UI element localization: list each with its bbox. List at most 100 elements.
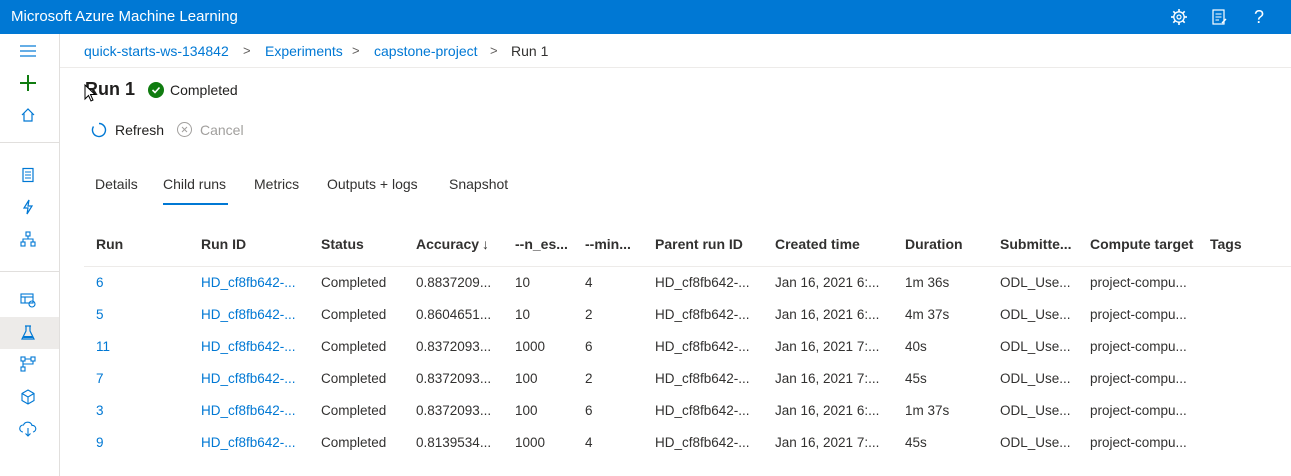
column-header-status[interactable]: Status (321, 236, 364, 252)
cell-duration: 1m 37s (905, 403, 950, 418)
cell-compute-target: project-compu... (1090, 403, 1187, 418)
cell-run-id[interactable]: HD_cf8fb642-... (201, 339, 296, 354)
cell-run[interactable]: 6 (96, 275, 104, 290)
column-header-accuracy-label: Accuracy (416, 236, 480, 252)
cell-run-id[interactable]: HD_cf8fb642-... (201, 275, 296, 290)
cell-n-estimators: 1000 (515, 435, 546, 450)
tab-details[interactable]: Details (95, 176, 138, 192)
cell-compute-target: project-compu... (1090, 307, 1187, 322)
designer-icon[interactable] (14, 226, 42, 252)
gear-icon[interactable] (1168, 6, 1190, 28)
cell-status: Completed (321, 307, 387, 322)
cancel-button[interactable]: Cancel (176, 121, 244, 138)
column-header-created-time[interactable]: Created time (775, 236, 860, 252)
cell-compute-target: project-compu... (1090, 339, 1187, 354)
cell-compute-target: project-compu... (1090, 275, 1187, 290)
cell-run[interactable]: 11 (96, 339, 110, 354)
cell-created-time: Jan 16, 2021 6:... (775, 307, 880, 322)
cell-submitted-by: ODL_Use... (1000, 275, 1071, 290)
column-header-run-id[interactable]: Run ID (201, 236, 246, 252)
cell-accuracy: 0.8372093... (416, 403, 492, 418)
column-header-compute-target[interactable]: Compute target (1090, 236, 1193, 252)
breadcrumb-separator: > (490, 43, 498, 58)
automl-icon[interactable] (14, 194, 42, 220)
cell-status: Completed (321, 275, 387, 290)
cell-duration: 4m 37s (905, 307, 950, 322)
tab-child-runs[interactable]: Child runs (163, 176, 226, 192)
cell-n-estimators: 1000 (515, 339, 546, 354)
column-header-duration[interactable]: Duration (905, 236, 963, 252)
tab-metrics[interactable]: Metrics (254, 176, 299, 192)
checkmark-icon (148, 82, 164, 98)
experiments-icon[interactable] (14, 320, 42, 346)
column-header-run[interactable]: Run (96, 236, 123, 252)
column-header-n-estimators[interactable]: --n_es... (515, 236, 568, 252)
cell-parent-run-id: HD_cf8fb642-... (655, 403, 750, 418)
cell-submitted-by: ODL_Use... (1000, 307, 1071, 322)
hamburger-icon[interactable] (14, 38, 42, 64)
breadcrumb-workspace[interactable]: quick-starts-ws-134842 (84, 43, 229, 59)
datasets-icon[interactable] (14, 287, 42, 313)
mouse-cursor-icon (84, 83, 97, 107)
feedback-icon[interactable] (1208, 6, 1230, 28)
refresh-icon (91, 122, 107, 138)
column-header-accuracy[interactable]: Accuracy ↓ (416, 236, 489, 252)
column-header-min-samples[interactable]: --min... (585, 236, 631, 252)
nav-separator (0, 271, 59, 272)
cell-min-samples: 6 (585, 339, 593, 354)
cell-submitted-by: ODL_Use... (1000, 339, 1071, 354)
column-header-submitted-by[interactable]: Submitte... (1000, 236, 1072, 252)
cell-run-id[interactable]: HD_cf8fb642-... (201, 307, 296, 322)
tab-outputs-logs[interactable]: Outputs + logs (327, 176, 418, 192)
column-header-tags[interactable]: Tags (1210, 236, 1242, 252)
pipelines-icon[interactable] (14, 351, 42, 377)
breadcrumb-current: Run 1 (511, 43, 549, 59)
endpoints-icon[interactable] (14, 416, 42, 442)
cell-min-samples: 2 (585, 307, 593, 322)
breadcrumb-experiment[interactable]: capstone-project (374, 43, 478, 59)
column-header-parent-run-id[interactable]: Parent run ID (655, 236, 743, 252)
cell-accuracy: 0.8139534... (416, 435, 492, 450)
cell-run[interactable]: 5 (96, 307, 104, 322)
cell-n-estimators: 10 (515, 275, 531, 290)
cell-accuracy: 0.8372093... (416, 371, 492, 386)
plus-icon[interactable] (14, 70, 42, 96)
active-tab-indicator (163, 203, 228, 205)
cell-min-samples: 4 (585, 435, 593, 450)
cell-run-id[interactable]: HD_cf8fb642-... (201, 403, 296, 418)
refresh-label: Refresh (115, 122, 165, 138)
cell-duration: 45s (905, 435, 927, 450)
cell-status: Completed (321, 435, 387, 450)
help-icon[interactable]: ? (1248, 6, 1270, 28)
left-nav (0, 34, 60, 476)
notebook-icon[interactable] (14, 162, 42, 188)
cell-run[interactable]: 3 (96, 403, 104, 418)
cell-created-time: Jan 16, 2021 6:... (775, 403, 880, 418)
top-bar: Microsoft Azure Machine Learning ? (0, 0, 1291, 34)
cell-submitted-by: ODL_Use... (1000, 403, 1071, 418)
cell-n-estimators: 100 (515, 371, 538, 386)
cell-parent-run-id: HD_cf8fb642-... (655, 339, 750, 354)
models-icon[interactable] (14, 384, 42, 410)
cell-parent-run-id: HD_cf8fb642-... (655, 307, 750, 322)
cell-created-time: Jan 16, 2021 7:... (775, 371, 880, 386)
cell-min-samples: 2 (585, 371, 593, 386)
tab-snapshot[interactable]: Snapshot (449, 176, 508, 192)
cell-run-id[interactable]: HD_cf8fb642-... (201, 371, 296, 386)
cell-accuracy: 0.8837209... (416, 275, 492, 290)
home-icon[interactable] (14, 102, 42, 128)
cell-duration: 1m 36s (905, 275, 950, 290)
cell-run[interactable]: 9 (96, 435, 104, 450)
breadcrumb-separator: > (243, 43, 251, 58)
cell-submitted-by: ODL_Use... (1000, 371, 1071, 386)
cell-n-estimators: 10 (515, 307, 531, 322)
table-header-divider (84, 266, 1291, 267)
sort-descending-icon: ↓ (482, 236, 490, 252)
cell-duration: 40s (905, 339, 927, 354)
breadcrumb-experiments[interactable]: Experiments (265, 43, 343, 59)
refresh-button[interactable]: Refresh (90, 121, 164, 139)
cell-run[interactable]: 7 (96, 371, 104, 386)
cell-created-time: Jan 16, 2021 7:... (775, 339, 880, 354)
cell-run-id[interactable]: HD_cf8fb642-... (201, 435, 296, 450)
cancel-icon (177, 122, 192, 137)
